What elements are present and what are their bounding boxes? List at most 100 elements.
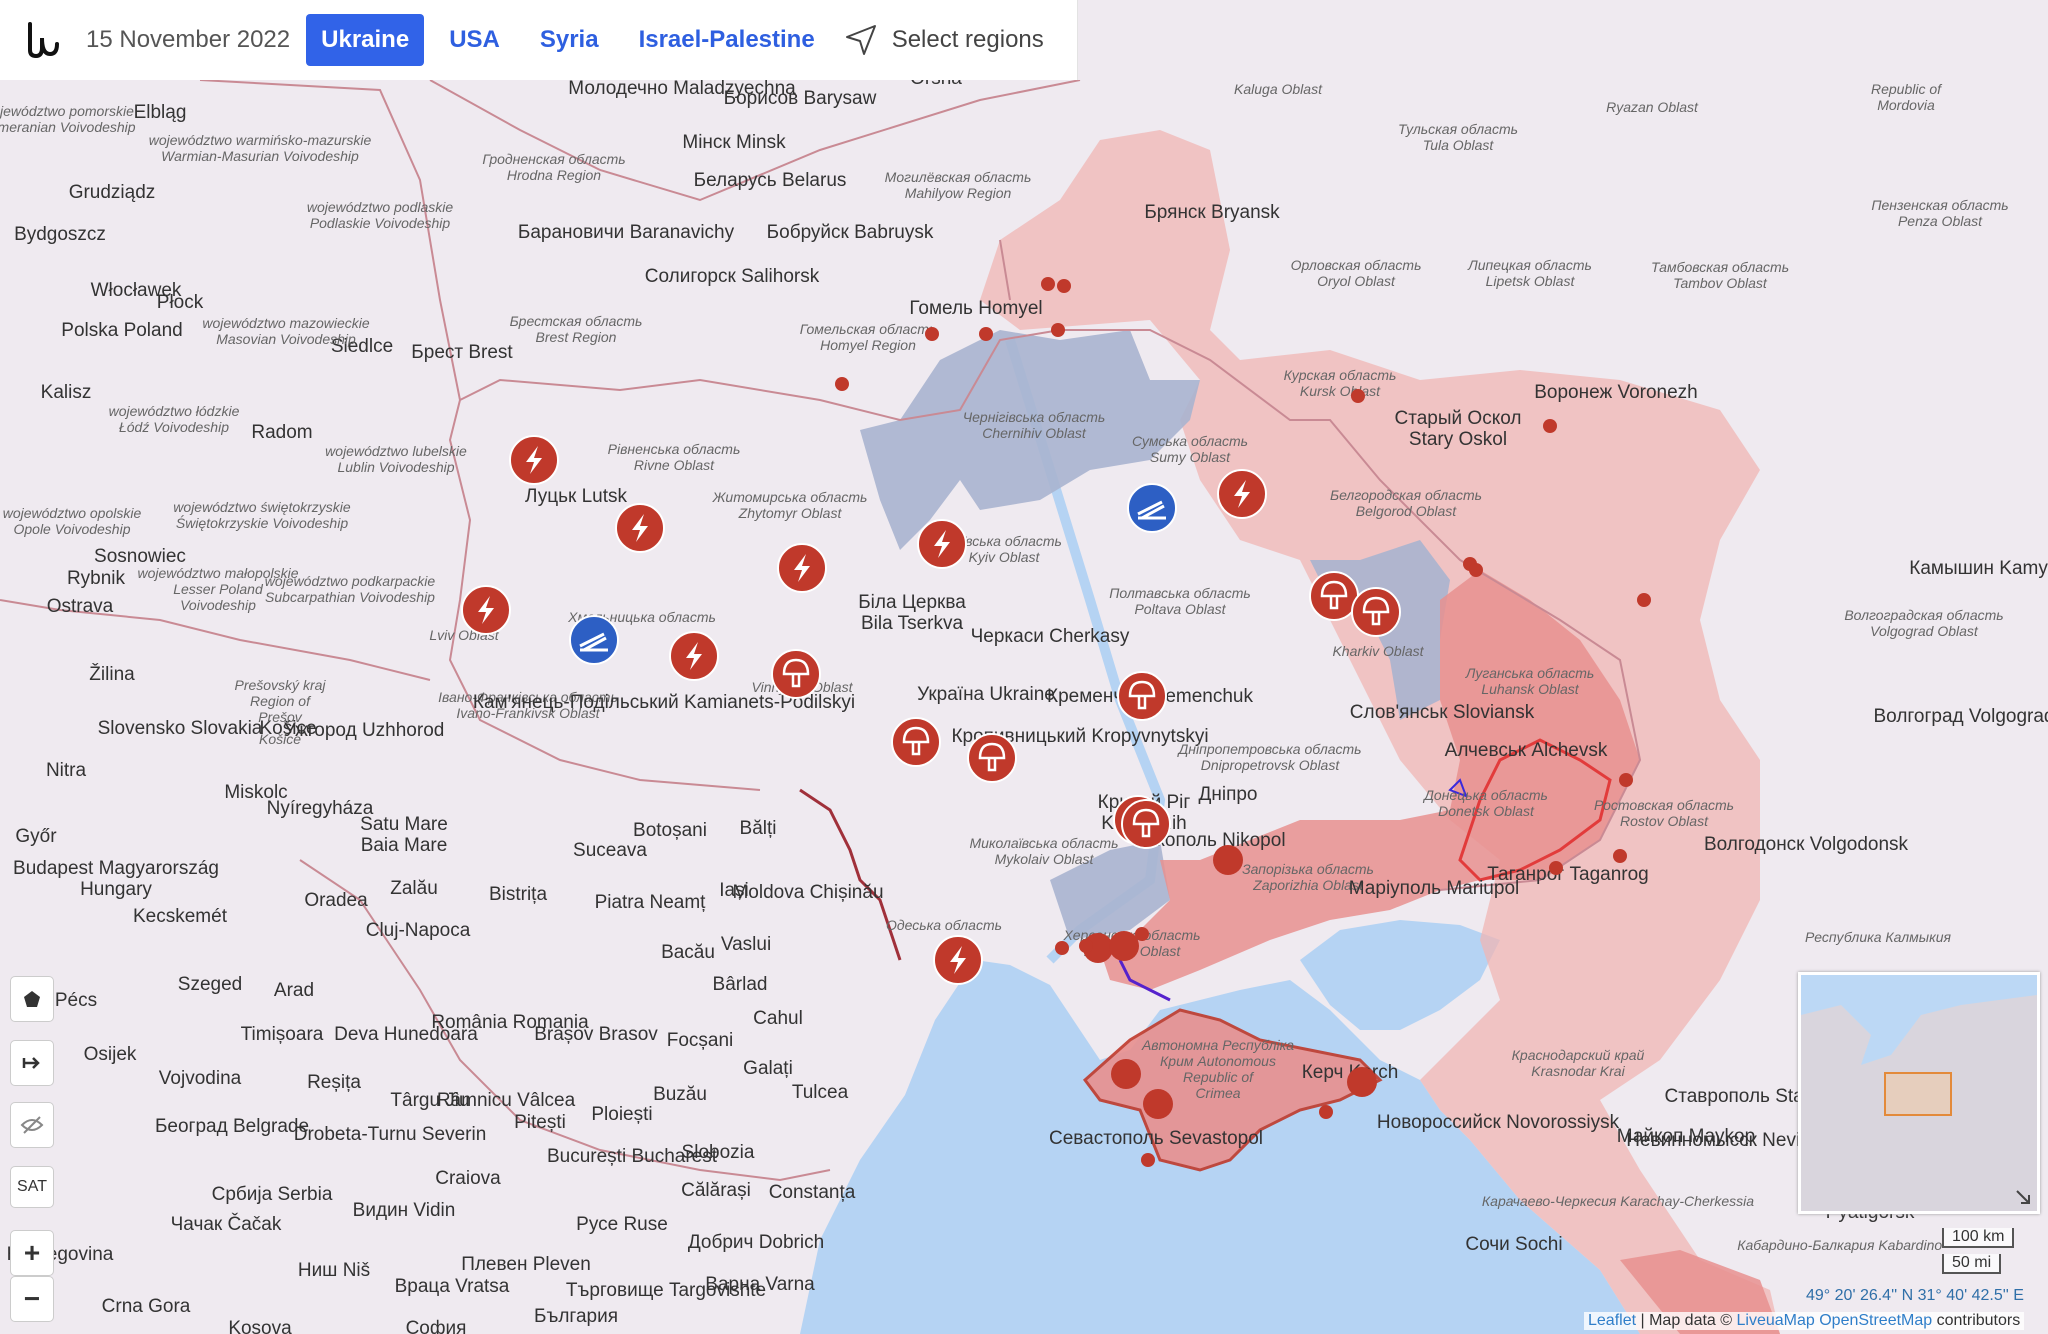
map-label-voronezh: Воронеж Voronezh — [1534, 382, 1698, 403]
event-dot[interactable] — [1135, 927, 1149, 941]
select-regions-button[interactable]: Select regions — [844, 23, 1044, 57]
map-label-cherkasy: Черкаси Cherkasy — [971, 626, 1130, 647]
event-dot[interactable] — [1613, 849, 1627, 863]
explosion-marker-icon[interactable] — [777, 543, 827, 593]
map-label-focsani: Focșani — [667, 1030, 734, 1051]
map-label-kalisz: Kalisz — [41, 382, 92, 403]
map-label-arad: Arad — [274, 980, 314, 1001]
event-dot[interactable] — [1469, 563, 1483, 577]
event-dot[interactable] — [1111, 1059, 1141, 1089]
zoom-out-button[interactable]: − — [10, 1276, 54, 1322]
map-label-alchevsk: Алчевськ Alchevsk — [1445, 740, 1608, 761]
mushroom-marker-icon[interactable] — [967, 733, 1017, 783]
map-label-minsk: Мінск Minsk — [682, 132, 786, 153]
tab-ukraine[interactable]: Ukraine — [306, 14, 425, 66]
event-dot[interactable] — [1351, 389, 1365, 403]
map-label-zalau: Zalău — [390, 878, 438, 899]
liveuamap-link[interactable]: LiveuaMap — [1736, 1312, 1814, 1329]
map-label-chernihiv: Чернігівська область Chernihiv Oblast — [963, 409, 1106, 441]
explosion-marker-icon[interactable] — [1217, 469, 1267, 519]
event-dot[interactable] — [1051, 323, 1065, 337]
draw-polygon-button[interactable] — [10, 976, 54, 1022]
explosion-marker-icon[interactable] — [669, 631, 719, 681]
top-bar: 15 November 2022 Ukraine USA Syria Israe… — [0, 0, 1078, 80]
map-label-kaluga: Kaluga Oblast — [1234, 81, 1323, 97]
explosion-marker-icon[interactable] — [917, 519, 967, 569]
map-label-lutsk: Луцьк Lutsk — [525, 486, 627, 507]
map-label-rybnik: Rybnik — [67, 568, 126, 589]
mushroom-marker-icon[interactable] — [891, 717, 941, 767]
zoom-in-button[interactable]: + — [10, 1230, 54, 1276]
hide-layers-button[interactable] — [10, 1102, 54, 1148]
map-label-serbia: Србија Serbia — [212, 1184, 333, 1205]
measure-button[interactable] — [10, 1040, 54, 1086]
map-label-pomorskie: województwo pomorskiePomeranian Voivodes… — [0, 103, 136, 135]
map-label-kosova: Kosova — [228, 1318, 292, 1334]
tab-usa[interactable]: USA — [434, 14, 515, 66]
event-dot[interactable] — [1041, 277, 1055, 291]
explosion-marker-icon[interactable] — [615, 503, 665, 553]
event-dot[interactable] — [925, 327, 939, 341]
map-label-ukraine: Україна Ukraine — [917, 684, 1055, 705]
map-label-novorossiysk: Новороссийск Novorossiysk — [1377, 1112, 1620, 1133]
map-label-baranavichy: Барановичи Baranavichy — [518, 222, 735, 243]
map-label-sochi: Сочи Sochi — [1465, 1234, 1562, 1255]
mushroom-marker-icon[interactable] — [771, 649, 821, 699]
openstreetmap-link[interactable]: OpenStreetMap — [1819, 1312, 1932, 1329]
satellite-toggle[interactable]: SAT — [10, 1166, 54, 1208]
map-label-homyel: Гомель Homyel — [909, 298, 1042, 319]
map-label-belarus: Беларусь Belarus — [694, 170, 847, 191]
map-canvas[interactable]: województwo warmińsko-mazurskie Warmian-M… — [0, 80, 2048, 1334]
rocket-marker-icon[interactable] — [569, 615, 619, 665]
map-label-tulcea: Tulcea — [792, 1082, 849, 1103]
event-dot[interactable] — [1213, 845, 1243, 875]
event-dot[interactable] — [1141, 1153, 1155, 1167]
event-dot[interactable] — [835, 377, 849, 391]
explosion-marker-icon[interactable] — [509, 435, 559, 485]
map-label-slovakia: Slovensko Slovakia — [98, 718, 263, 739]
minimap[interactable] — [1798, 972, 2040, 1214]
liveuamap-logo[interactable] — [24, 20, 64, 60]
map-label-volgodonsk: Волгодонск Volgodonsk — [1704, 834, 1909, 855]
event-dot[interactable] — [1057, 279, 1071, 293]
rocket-marker-icon[interactable] — [1127, 483, 1177, 533]
map-label-miskolc: Miskolc — [224, 782, 287, 803]
map-label-sofia: София — [406, 1318, 467, 1334]
mushroom-marker-icon[interactable] — [1309, 571, 1359, 621]
mushroom-marker-icon[interactable] — [1351, 587, 1401, 637]
event-dot[interactable] — [1055, 941, 1069, 955]
map-label-moldova: Moldova Chișinău — [732, 882, 883, 903]
leaflet-link[interactable]: Leaflet — [1588, 1312, 1636, 1329]
event-dot[interactable] — [1109, 931, 1139, 961]
mushroom-marker-icon[interactable] — [1121, 799, 1171, 849]
map-label-lublin: województwo lubelskie Lublin Voivodeship — [325, 443, 467, 475]
map-label-kamyshin: Камышин Kamyshin — [1909, 558, 2048, 579]
tab-israel-palestine[interactable]: Israel-Palestine — [624, 14, 830, 66]
event-dot[interactable] — [1637, 593, 1651, 607]
event-dot[interactable] — [1619, 773, 1633, 787]
map-label-sevastopol: Севастополь Sevastopol — [1049, 1128, 1263, 1149]
tab-syria[interactable]: Syria — [525, 14, 614, 66]
event-dot[interactable] — [979, 327, 993, 341]
explosion-marker-icon[interactable] — [461, 585, 511, 635]
map-label-salihorsk: Солигорск Salihorsk — [645, 266, 820, 287]
map-label-iasi: Iași — [719, 880, 749, 901]
explosion-marker-icon[interactable] — [933, 935, 983, 985]
mushroom-marker-icon[interactable] — [1117, 671, 1167, 721]
minimap-toggle-icon[interactable] — [2015, 1189, 2031, 1205]
arrow-right-bar-icon — [22, 1057, 40, 1069]
map-label-bryansk: Брянск Bryansk — [1144, 202, 1280, 223]
event-dot[interactable] — [1543, 419, 1557, 433]
event-dot[interactable] — [1079, 939, 1093, 953]
event-dot[interactable] — [1347, 1067, 1377, 1097]
map-label-vratsa: Враца Vratsa — [395, 1276, 510, 1297]
map-label-dobrich: Добрич Dobrich — [688, 1232, 824, 1253]
map-label-odesa: Одеська область — [886, 917, 1002, 933]
map-label-sloviansk: Слов'янськ Sloviansk — [1350, 702, 1535, 723]
event-dot[interactable] — [1549, 861, 1563, 875]
event-dot[interactable] — [1319, 1105, 1333, 1119]
map-label-lodz: województwo łódzkie Łódź Voivodeship — [109, 403, 240, 435]
map-label-pleven: Плевен Pleven — [461, 1254, 591, 1275]
event-dot[interactable] — [1143, 1089, 1173, 1119]
map-label-barlad: Bârlad — [713, 974, 768, 995]
